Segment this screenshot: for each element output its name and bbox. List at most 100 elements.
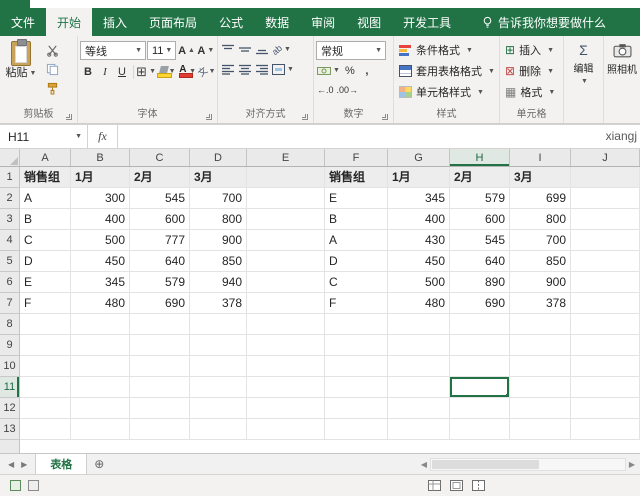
cell-D5[interactable]: 850 [190,251,247,272]
font-size-select[interactable]: 11 ▼ [147,41,177,60]
cell-H11[interactable] [450,377,510,398]
new-sheet-button[interactable]: ⊕ [87,454,111,474]
cell-B4[interactable]: 500 [71,230,130,251]
page-layout-view-button[interactable] [450,480,463,491]
sheet-tab-active[interactable]: 表格 [35,454,88,474]
cell-G8[interactable] [388,314,450,335]
name-box[interactable]: H11 ▼ [0,125,88,148]
cell-I6[interactable]: 900 [510,272,571,293]
cell-G12[interactable] [388,398,450,419]
cell-I1[interactable]: 3月 [510,167,571,188]
borders-button[interactable]: ⊞ ▼ [136,63,156,80]
cell-F3[interactable]: B [325,209,388,230]
accounting-format-button[interactable]: ▼ [316,62,341,79]
cell-E5[interactable] [247,251,325,272]
cell-I10[interactable] [510,356,571,377]
cell-G6[interactable]: 500 [388,272,450,293]
clipboard-dialog-launcher[interactable] [66,114,72,120]
cell-B12[interactable] [71,398,130,419]
fill-color-button[interactable]: ▼ [156,63,176,80]
tab-home[interactable]: 开始 [46,8,93,36]
font-name-select[interactable]: 等线 ▼ [80,41,146,60]
cell-G2[interactable]: 345 [388,188,450,209]
cell-E11[interactable] [247,377,325,398]
cell-I4[interactable]: 700 [510,230,571,251]
cell-D11[interactable] [190,377,247,398]
column-header-G[interactable]: G [388,149,450,166]
tab-developer[interactable]: 开发工具 [392,8,462,36]
cell-I11[interactable] [510,377,571,398]
format-painter-button[interactable] [40,80,64,97]
row-header-1[interactable]: 1 [0,167,20,188]
cell-A10[interactable] [20,356,71,377]
cell-E7[interactable] [247,293,325,314]
scroll-right-icon[interactable]: ▶ [626,460,638,469]
insert-function-button[interactable]: fx [88,125,118,148]
number-dialog-launcher[interactable] [382,114,388,120]
cell-I12[interactable] [510,398,571,419]
column-header-B[interactable]: B [71,149,130,166]
align-bottom-button[interactable] [254,41,270,58]
cell-C12[interactable] [130,398,190,419]
cell-E13[interactable] [247,419,325,440]
cell-H5[interactable]: 640 [450,251,510,272]
row-header-7[interactable]: 7 [0,293,20,314]
tab-view[interactable]: 视图 [346,8,392,36]
format-as-table-button[interactable]: 套用表格格式 ▼ [396,61,497,81]
cell-D12[interactable] [190,398,247,419]
cell-G7[interactable]: 480 [388,293,450,314]
cell-G13[interactable] [388,419,450,440]
cell-C7[interactable]: 690 [130,293,190,314]
cell-J4[interactable] [571,230,640,251]
scrollbar-thumb[interactable] [432,459,539,469]
italic-button[interactable]: I [97,63,113,80]
column-header-J[interactable]: J [571,149,640,166]
row-header-12[interactable]: 12 [0,398,20,419]
cell-H4[interactable]: 545 [450,230,510,251]
cell-C3[interactable]: 600 [130,209,190,230]
bold-button[interactable]: B [80,63,96,80]
cell-C4[interactable]: 777 [130,230,190,251]
font-color-button[interactable]: A ▼ [178,63,197,80]
cell-B9[interactable] [71,335,130,356]
cell-D2[interactable]: 700 [190,188,247,209]
cell-J1[interactable] [571,167,640,188]
cell-C10[interactable] [130,356,190,377]
cell-C8[interactable] [130,314,190,335]
cell-D8[interactable] [190,314,247,335]
column-header-H[interactable]: H [450,149,510,166]
orientation-button[interactable]: ab ▼ [270,41,292,58]
cell-H13[interactable] [450,419,510,440]
cell-G3[interactable]: 400 [388,209,450,230]
cell-H9[interactable] [450,335,510,356]
cell-G10[interactable] [388,356,450,377]
cell-E9[interactable] [247,335,325,356]
cell-F9[interactable] [325,335,388,356]
cell-E2[interactable] [247,188,325,209]
cell-A13[interactable] [20,419,71,440]
cell-F13[interactable] [325,419,388,440]
merge-center-button[interactable]: ▼ [271,61,295,78]
row-header-9[interactable]: 9 [0,335,20,356]
cell-I2[interactable]: 699 [510,188,571,209]
cell-J6[interactable] [571,272,640,293]
cell-D13[interactable] [190,419,247,440]
cell-J13[interactable] [571,419,640,440]
cell-D10[interactable] [190,356,247,377]
insert-cells-button[interactable]: ⊞ 插入 ▼ [502,40,561,60]
cell-E12[interactable] [247,398,325,419]
cell-J2[interactable] [571,188,640,209]
cell-A9[interactable] [20,335,71,356]
cell-A1[interactable]: 销售组 [20,167,71,188]
cell-F1[interactable]: 销售组 [325,167,388,188]
tab-formulas[interactable]: 公式 [208,8,254,36]
cell-H3[interactable]: 600 [450,209,510,230]
cell-D1[interactable]: 3月 [190,167,247,188]
row-header-5[interactable]: 5 [0,251,20,272]
cell-A2[interactable]: A [20,188,71,209]
cell-H2[interactable]: 579 [450,188,510,209]
cell-F8[interactable] [325,314,388,335]
cell-C11[interactable] [130,377,190,398]
cell-F10[interactable] [325,356,388,377]
delete-cells-button[interactable]: ⊠ 删除 ▼ [502,61,561,81]
